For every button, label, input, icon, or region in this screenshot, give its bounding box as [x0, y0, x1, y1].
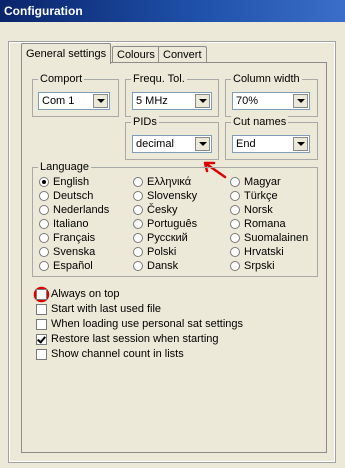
radio-label: Português: [147, 218, 198, 230]
radio-button[interactable]: [133, 219, 143, 229]
radio-button[interactable]: [39, 233, 49, 243]
radio-label: Polski: [147, 246, 177, 258]
radio-label: Suomalainen: [244, 232, 309, 244]
radio-button[interactable]: [133, 191, 143, 201]
radio-label: Magyar: [244, 176, 281, 188]
chevron-down-icon[interactable]: [293, 137, 308, 151]
radio-button[interactable]: [230, 247, 240, 257]
tab-label: General settings: [26, 48, 107, 60]
frequ-tol-select[interactable]: 5 MHz: [132, 92, 212, 110]
checkbox-label: When loading use personal sat settings: [51, 318, 244, 330]
tab-general-settings[interactable]: General settings: [21, 43, 112, 64]
column-width-label: Column width: [231, 73, 302, 85]
checkbox-box[interactable]: [36, 349, 47, 360]
pids-label: PIDs: [131, 116, 159, 128]
window-title: Configuration: [4, 4, 83, 18]
checkbox-box[interactable]: [36, 334, 47, 345]
radio-button[interactable]: [133, 247, 143, 257]
column-width-value: 70%: [236, 95, 259, 107]
radio-label: Romana: [244, 218, 286, 230]
checkbox-label: Restore last session when starting: [51, 333, 219, 345]
checkbox-box[interactable]: [36, 304, 47, 315]
cut-names-value: End: [236, 138, 256, 150]
pids-value: decimal: [136, 138, 174, 150]
cut-names-label: Cut names: [231, 116, 289, 128]
radio-label: Türkçe: [244, 190, 278, 202]
radio-button[interactable]: [133, 205, 143, 215]
radio-label: Deutsch: [53, 190, 94, 202]
pids-select[interactable]: decimal: [132, 135, 212, 153]
dialog-body: General settings Colours Convert Comport…: [0, 22, 345, 468]
radio-button[interactable]: [230, 233, 240, 243]
radio-label: English: [53, 176, 90, 188]
radio-button[interactable]: [230, 219, 240, 229]
language-label: Language: [38, 161, 91, 173]
radio-label: Dansk: [147, 260, 179, 272]
chevron-down-icon[interactable]: [195, 137, 210, 151]
checkbox-label: Always on top: [51, 288, 120, 300]
radio-label: Hrvatski: [244, 246, 284, 258]
column-width-group: Column width 70%: [225, 73, 318, 117]
radio-button[interactable]: [133, 177, 143, 187]
column-width-select[interactable]: 70%: [232, 92, 310, 110]
radio-label: Ελληνικά: [147, 176, 192, 188]
chevron-down-icon[interactable]: [195, 94, 210, 108]
frequ-tol-label: Frequ. Tol.: [131, 73, 187, 85]
chevron-down-icon[interactable]: [293, 94, 308, 108]
radio-button[interactable]: [230, 205, 240, 215]
radio-label: Español: [53, 260, 93, 272]
radio-button[interactable]: [39, 261, 49, 271]
tab-label: Colours: [117, 49, 155, 61]
title-bar: Configuration: [0, 0, 345, 22]
radio-button[interactable]: [39, 247, 49, 257]
radio-label: Русский: [147, 232, 188, 244]
chevron-down-icon[interactable]: [93, 94, 108, 108]
radio-label: Norsk: [244, 204, 273, 216]
tab-label: Convert: [163, 49, 202, 61]
radio-button[interactable]: [133, 261, 143, 271]
checkbox-box[interactable]: [36, 319, 47, 330]
radio-button[interactable]: [230, 177, 240, 187]
comport-label: Comport: [38, 73, 85, 85]
language-group: Language English Deutsch Nederlands Ital…: [32, 161, 318, 277]
radio-button[interactable]: [39, 219, 49, 229]
checkbox-label: Show channel count in lists: [51, 348, 184, 360]
frequ-tol-group: Frequ. Tol. 5 MHz: [125, 73, 219, 117]
radio-label: Česky: [147, 204, 178, 216]
comport-select[interactable]: Com 1: [38, 92, 110, 110]
radio-label: Srpski: [244, 260, 275, 272]
radio-label: Svenska: [53, 246, 96, 258]
frequ-tol-value: 5 MHz: [136, 95, 168, 107]
radio-button[interactable]: [39, 177, 49, 187]
radio-button[interactable]: [230, 191, 240, 201]
checkbox-label: Start with last used file: [51, 303, 162, 315]
radio-button[interactable]: [39, 205, 49, 215]
cut-names-group: Cut names End: [225, 116, 318, 160]
radio-button[interactable]: [230, 261, 240, 271]
radio-label: Italiano: [53, 218, 89, 230]
cut-names-select[interactable]: End: [232, 135, 310, 153]
checkbox-box[interactable]: [36, 289, 47, 300]
radio-label: Slovensky: [147, 190, 198, 202]
general-settings-page: Comport Com 1 Frequ. Tol. 5 MHz Column w…: [21, 62, 327, 453]
radio-button[interactable]: [39, 191, 49, 201]
radio-label: Nederlands: [53, 204, 110, 216]
comport-group: Comport Com 1: [32, 73, 119, 117]
pids-group: PIDs decimal: [125, 116, 219, 160]
radio-button[interactable]: [133, 233, 143, 243]
radio-label: Français: [53, 232, 96, 244]
comport-value: Com 1: [42, 95, 75, 107]
